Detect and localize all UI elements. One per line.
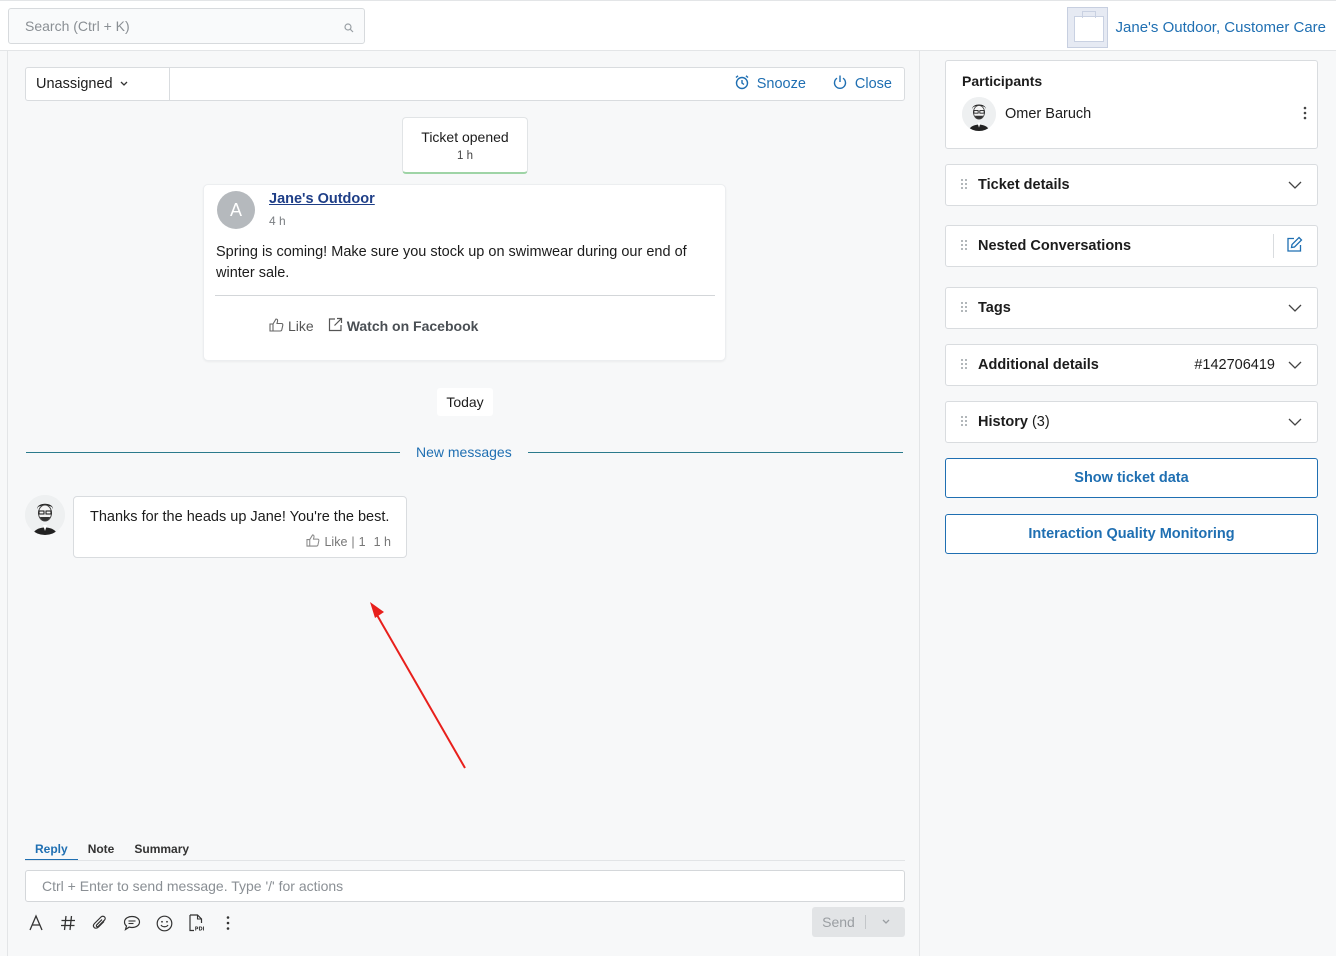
annotation-arrow [370,602,466,769]
tab-reply[interactable]: Reply [25,841,78,861]
message-time: 1 h [373,535,391,549]
avatar: A [217,191,255,229]
like-label: Like [288,318,314,334]
like-count: 1 [358,535,366,549]
assignee-label: Unassigned [36,76,113,92]
attachment-icon[interactable] [89,912,111,934]
history-count: (3) [1031,414,1050,430]
hashtag-icon[interactable] [57,912,79,934]
chevron-down-icon[interactable] [1287,357,1303,373]
power-icon [832,74,848,94]
text-format-icon[interactable] [25,912,47,934]
section-nested-conversations[interactable]: Nested Conversations [945,225,1318,267]
composer-toolbar: PDF [25,911,239,935]
tab-note[interactable]: Note [78,841,125,861]
edit-icon[interactable] [1286,236,1303,256]
section-title: Additional details [978,357,1099,373]
tab-summary[interactable]: Summary [124,841,199,861]
ticket-action-bar: Unassigned Snooze Close [25,67,905,101]
brand-name[interactable]: Jane's Outdoor, Customer Care [1116,19,1326,36]
post-author-link[interactable]: Jane's Outdoor [269,191,375,207]
pdf-icon[interactable]: PDF [185,912,207,934]
divider [1273,234,1274,258]
participant-name: Omer Baruch [1005,106,1092,122]
brand-logo [1066,6,1108,48]
new-messages-label: New messages [416,444,512,460]
message-text: Thanks for the heads up Jane! You're the… [90,509,390,525]
divider-line-right [528,452,903,453]
divider [25,860,905,861]
search-icon[interactable] [344,20,354,36]
reply-input[interactable] [26,871,904,901]
chevron-down-icon[interactable] [1287,300,1303,316]
new-messages-divider: New messages [26,442,903,462]
show-ticket-data-button[interactable]: Show ticket data [945,458,1318,498]
ticket-id: #142706419 [1194,357,1275,373]
chat-bubble-icon[interactable] [121,912,143,934]
assignee-dropdown[interactable]: Unassigned [26,68,170,100]
reply-composer[interactable] [25,870,905,902]
participants-title: Participants [962,73,1043,89]
more-vertical-icon[interactable] [1302,106,1308,123]
watch-label: Watch on Facebook [346,318,479,334]
close-label: Close [854,76,892,92]
chevron-down-icon[interactable] [866,918,905,926]
post-text: Spring is coming! Make sure you stock up… [216,244,687,281]
drag-handle-icon[interactable] [960,177,970,193]
external-link-icon [328,317,343,335]
message-bubble: Thanks for the heads up Jane! You're the… [73,496,407,558]
conversation-panel: Unassigned Snooze Close Ticket opened 1 … [7,51,920,956]
day-separator: Today [437,388,493,416]
interaction-quality-monitoring-button[interactable]: Interaction Quality Monitoring [945,514,1318,554]
chevron-down-icon[interactable] [1287,414,1303,430]
drag-handle-icon[interactable] [960,414,970,430]
section-title: Ticket details [978,177,1070,193]
svg-text:PDF: PDF [195,927,204,933]
section-title: History [978,414,1028,430]
divider-line-left [26,452,400,453]
watch-on-facebook-link[interactable]: Watch on Facebook [328,317,479,335]
post-like-button[interactable]: Like [269,317,314,335]
participant-row[interactable]: Omer Baruch [962,97,1308,131]
snooze-button[interactable]: Snooze [734,74,806,94]
divider [215,295,715,296]
composer-tabs: Reply Note Summary [25,841,199,861]
search-input[interactable] [9,9,309,43]
avatar [25,495,65,535]
more-icon[interactable] [217,912,239,934]
alarm-clock-icon [734,74,750,94]
global-search[interactable] [8,8,365,44]
drag-handle-icon[interactable] [960,238,970,254]
drag-handle-icon[interactable] [960,357,970,373]
system-event-card: Ticket opened 1 h [402,117,528,174]
section-additional-details[interactable]: Additional details #142706419 [945,344,1318,386]
system-event-title: Ticket opened [421,129,509,145]
thumbs-up-icon[interactable] [306,534,320,550]
facebook-post-card: A Jane's Outdoor 4 h Spring is coming! M… [203,184,726,361]
participants-card: Participants Omer Baruch [945,60,1318,149]
drag-handle-icon[interactable] [960,300,970,316]
section-title: Tags [978,300,1011,316]
post-time: 4 h [269,214,286,228]
section-tags[interactable]: Tags [945,287,1318,329]
section-history[interactable]: History (3) [945,401,1318,443]
meta-separator: | [351,535,355,549]
chevron-down-icon [119,76,129,92]
thumbs-up-icon [269,317,284,335]
system-event-time: 1 h [457,150,473,162]
send-label[interactable]: Send [812,915,866,929]
send-button[interactable]: Send [812,907,905,937]
snooze-label: Snooze [756,76,806,92]
ticket-sidebar: Participants Omer Baruch Ticket details … [921,51,1336,956]
top-bar: Jane's Outdoor, Customer Care [0,0,1336,51]
section-ticket-details[interactable]: Ticket details [945,164,1318,206]
message-like-button[interactable]: Like [324,535,347,549]
emoji-icon[interactable] [153,912,175,934]
brand[interactable]: Jane's Outdoor, Customer Care [1066,6,1326,48]
section-title: Nested Conversations [978,238,1132,254]
chevron-down-icon[interactable] [1287,177,1303,193]
avatar [962,97,996,131]
close-ticket-button[interactable]: Close [832,74,892,94]
